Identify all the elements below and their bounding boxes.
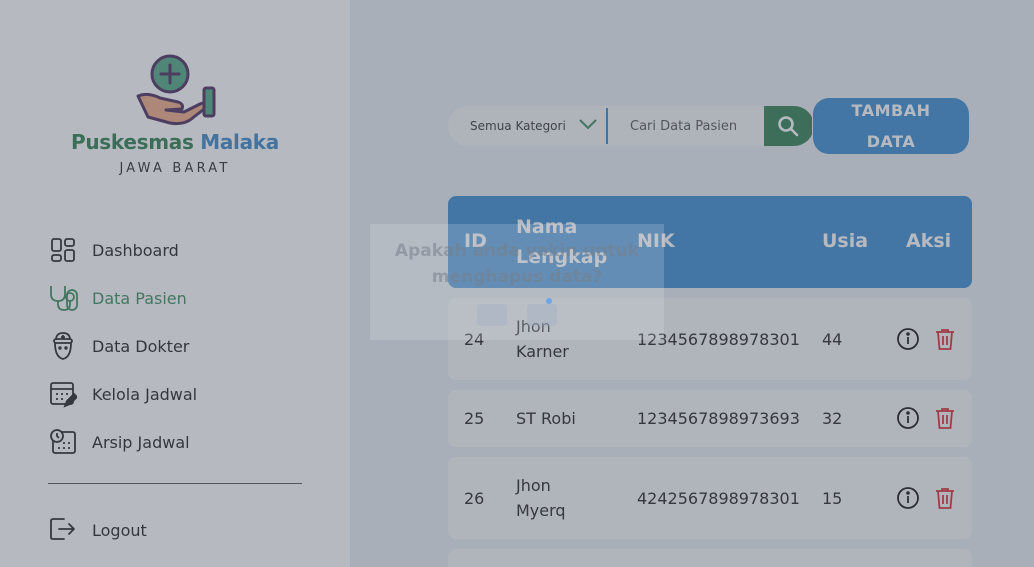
cancel-button[interactable] <box>527 304 557 326</box>
dialog-message: Apakah anda yakin untuk menghapus data? <box>394 241 640 287</box>
delete-confirm-dialog: Apakah anda yakin untuk menghapus data? <box>370 224 664 340</box>
loading-dot <box>546 298 552 304</box>
confirm-button[interactable] <box>477 304 507 326</box>
